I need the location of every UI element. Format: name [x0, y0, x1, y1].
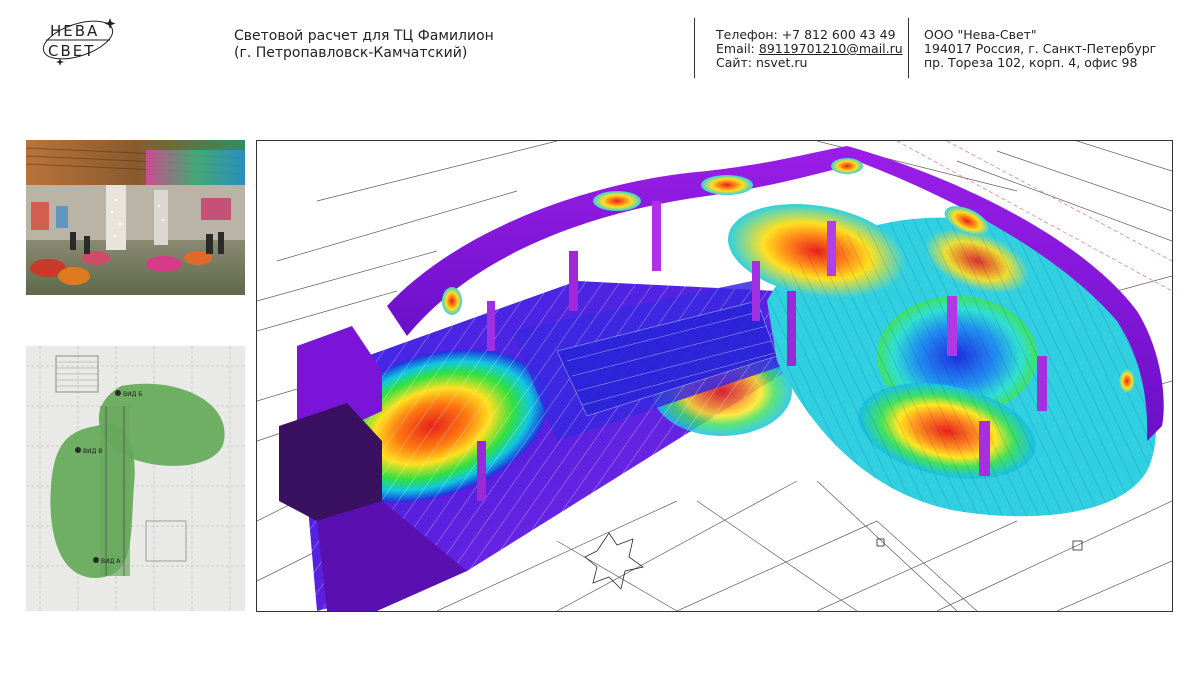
false-color-illuminance-render [257, 141, 1172, 611]
company-address-line-2: пр. Тореза 102, корп. 4, офис 98 [924, 55, 1138, 70]
plan-label-view-v: ВИД В [83, 448, 102, 455]
logo-text-bottom: СВЕТ [48, 42, 95, 60]
logo-text-top: НЕВА [50, 22, 99, 40]
contacts-block: Телефон: +7 812 600 43 49 Email: 8911970… [716, 28, 903, 70]
interior-render-image [26, 140, 245, 295]
header-divider [908, 18, 909, 78]
interior-render-thumbnail[interactable] [26, 140, 245, 295]
company-address-line-1: 194017 Россия, г. Санкт-Петербург [924, 41, 1157, 56]
logo-graphic: НЕВА СВЕТ [42, 18, 116, 66]
plan-label-view-a: ВИД А [101, 558, 121, 565]
lighting-calculation-3d-view[interactable] [256, 140, 1173, 612]
plan-label-view-b: ВИД Б [123, 391, 142, 398]
company-logo[interactable]: НЕВА СВЕТ [38, 12, 118, 66]
floor-plan-image: ВИД Б ВИД В ВИД А [26, 346, 245, 611]
title-line-1: Световой расчет для ТЦ Фамилион [234, 28, 494, 44]
sparkle-icon [104, 18, 116, 29]
company-block: ООО "Нева-Свет" 194017 Россия, г. Санкт-… [924, 28, 1156, 70]
page-title: Световой расчет для ТЦ Фамилион (г. Петр… [234, 28, 494, 62]
contact-site: Сайт: nsvet.ru [716, 55, 808, 70]
contact-email-row: Email: 89119701210@mail.ru [716, 42, 903, 56]
title-line-2: (г. Петропавловск-Камчатский) [234, 45, 468, 61]
header-divider [694, 18, 695, 78]
floor-plan-thumbnail[interactable]: ВИД Б ВИД В ВИД А [26, 346, 245, 611]
contact-email-label: Email: [716, 41, 759, 56]
contact-phone: Телефон: +7 812 600 43 49 [716, 27, 896, 42]
company-name: ООО "Нева-Свет" [924, 27, 1037, 42]
contact-email-link[interactable]: 89119701210@mail.ru [759, 41, 903, 56]
